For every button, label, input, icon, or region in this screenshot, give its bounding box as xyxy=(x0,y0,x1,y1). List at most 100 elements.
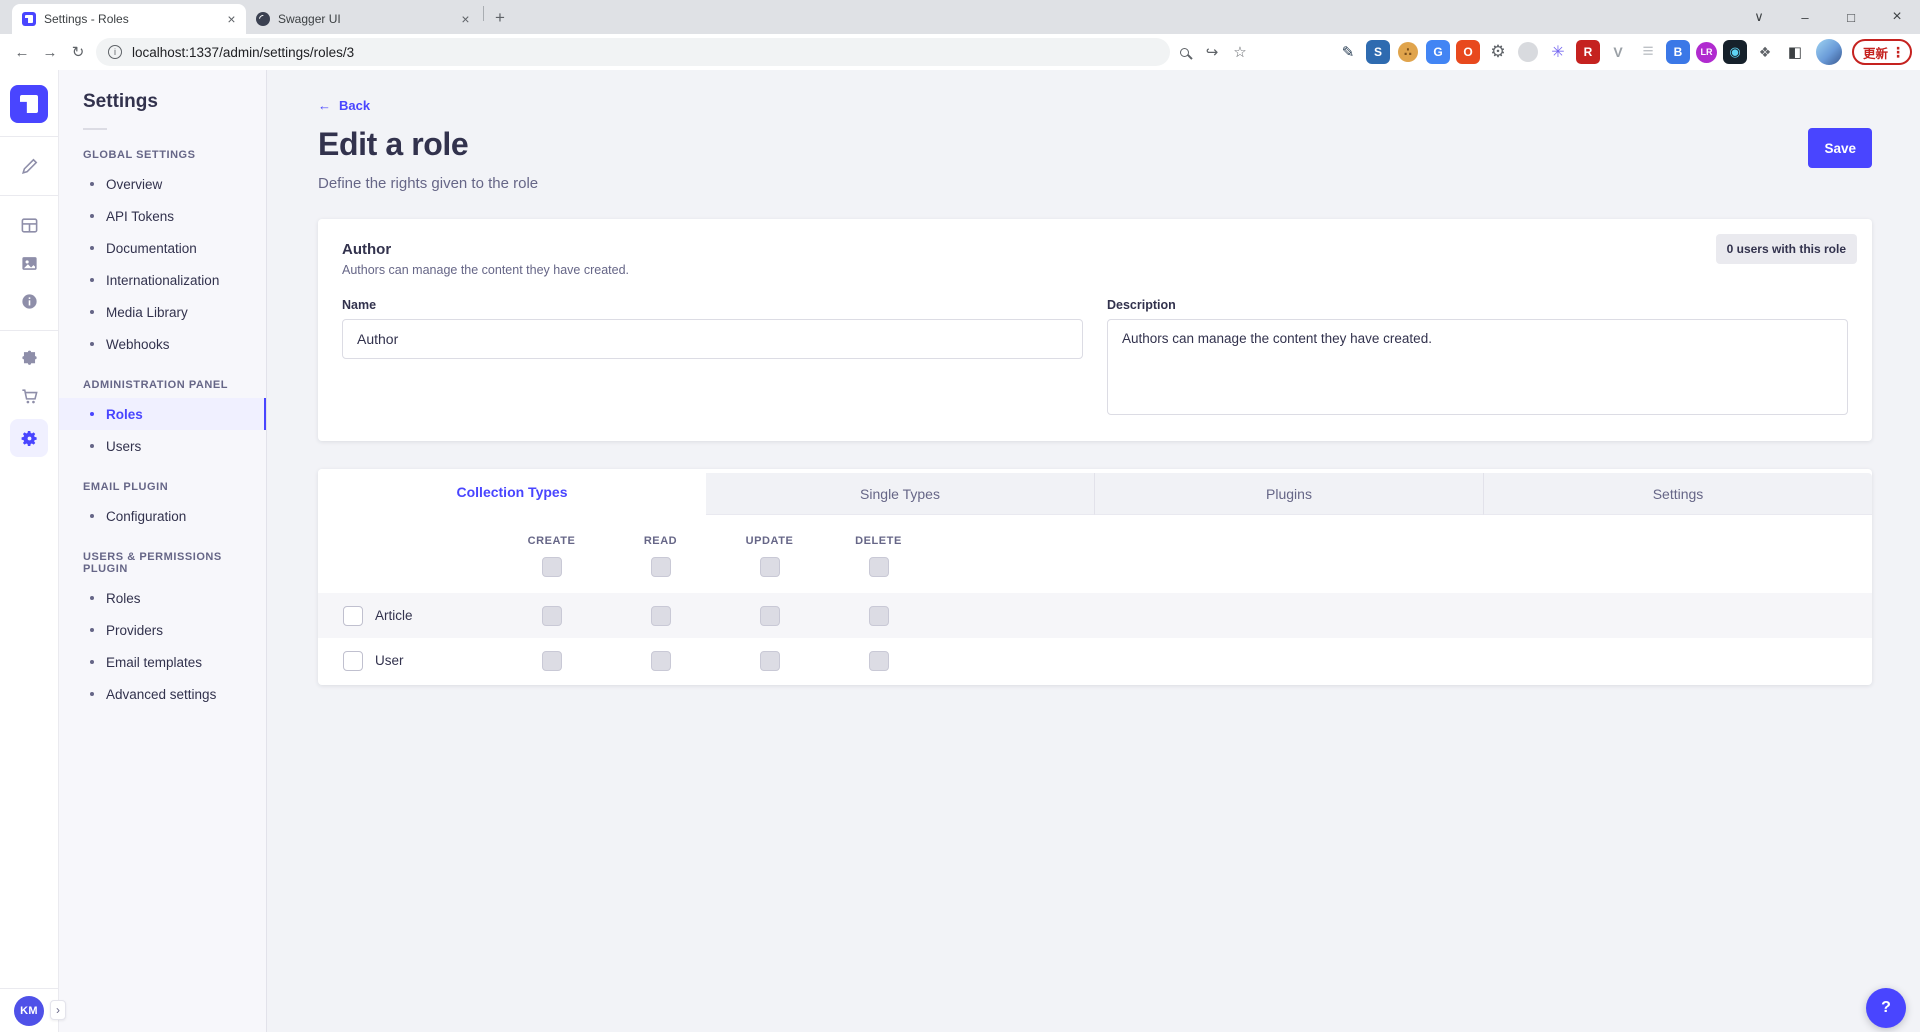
lr-extension-icon[interactable]: LR xyxy=(1696,42,1717,63)
extensions-row: ✎ S ∴ G O ⚙ ✳ R V ≡ B LR ◉ ❖ ◧ xyxy=(1333,40,1810,64)
close-tab-icon[interactable]: × xyxy=(457,11,474,28)
restore-icon[interactable]: □ xyxy=(1828,0,1874,34)
o-extension-icon[interactable]: O xyxy=(1456,40,1480,64)
zoom-icon[interactable] xyxy=(1170,38,1198,66)
sidebar-item-documentation[interactable]: Documentation xyxy=(59,232,266,264)
r-extension-icon[interactable]: R xyxy=(1576,40,1600,64)
vue-extension-icon[interactable]: V xyxy=(1606,40,1630,64)
sidebar-item-overview[interactable]: Overview xyxy=(59,168,266,200)
article-update-checkbox[interactable] xyxy=(760,606,780,626)
site-info-icon[interactable]: i xyxy=(108,45,122,59)
translate-extension-icon[interactable]: G xyxy=(1426,40,1450,64)
gear-extension-icon[interactable]: ⚙ xyxy=(1486,40,1510,64)
role-description-textarea[interactable]: Authors can manage the content they have… xyxy=(1107,319,1848,415)
bullet-icon xyxy=(90,692,94,696)
expand-nav-chevron-icon[interactable]: › xyxy=(50,1000,66,1020)
info-icon[interactable] xyxy=(10,282,48,320)
select-all-read-checkbox[interactable] xyxy=(651,557,671,577)
user-create-checkbox[interactable] xyxy=(542,651,562,671)
plugins-puzzle-icon[interactable] xyxy=(10,339,48,377)
article-create-checkbox[interactable] xyxy=(542,606,562,626)
tab-settings[interactable]: Settings xyxy=(1484,473,1872,515)
bullet-icon xyxy=(90,660,94,664)
disabled-extension-icon[interactable] xyxy=(1518,42,1538,62)
help-button[interactable]: ? xyxy=(1866,988,1906,1028)
sidebar-item-webhooks[interactable]: Webhooks xyxy=(59,328,266,360)
description-field-label: Description xyxy=(1107,298,1848,312)
column-update: UPDATE xyxy=(715,535,824,547)
settings-gear-icon[interactable] xyxy=(10,419,48,457)
article-row-checkbox[interactable] xyxy=(343,606,363,626)
user-update-checkbox[interactable] xyxy=(760,651,780,671)
select-all-delete-checkbox[interactable] xyxy=(869,557,889,577)
main-nav-rail: KM xyxy=(0,70,59,1032)
react-extension-icon[interactable]: ◉ xyxy=(1723,40,1747,64)
sidebar-item-up-providers[interactable]: Providers xyxy=(59,614,266,646)
tab-single-types[interactable]: Single Types xyxy=(706,473,1095,515)
sidebar-item-api-tokens[interactable]: API Tokens xyxy=(59,200,266,232)
article-read-checkbox[interactable] xyxy=(651,606,671,626)
swagger-favicon xyxy=(256,12,270,26)
url-bar[interactable]: i localhost:1337/admin/settings/roles/3 xyxy=(96,38,1170,66)
close-tab-icon[interactable]: × xyxy=(223,11,240,28)
section-global-settings: GLOBAL SETTINGS xyxy=(59,130,266,168)
close-icon[interactable]: × xyxy=(1874,0,1920,34)
tab-plugins[interactable]: Plugins xyxy=(1095,473,1484,515)
tab-divider xyxy=(483,6,484,21)
main-content: ← Back Edit a role Save Define the right… xyxy=(267,70,1920,1032)
tag-extension-icon[interactable]: B xyxy=(1666,40,1690,64)
profile-avatar[interactable] xyxy=(1816,39,1842,65)
sidebar-item-admin-roles[interactable]: Roles xyxy=(59,398,266,430)
share-icon[interactable]: ↪ xyxy=(1198,38,1226,66)
sidebar-item-email-configuration[interactable]: Configuration xyxy=(59,500,266,532)
sidebar-item-admin-users[interactable]: Users xyxy=(59,430,266,462)
user-row-checkbox[interactable] xyxy=(343,651,363,671)
role-name-heading: Author xyxy=(342,241,1848,258)
select-all-update-checkbox[interactable] xyxy=(760,557,780,577)
user-avatar[interactable]: KM xyxy=(14,996,44,1026)
minimize-icon[interactable]: – xyxy=(1782,0,1828,34)
browser-titlebar: Settings - Roles × Swagger UI × + ∨ – □ … xyxy=(0,0,1920,34)
sidebar-item-up-email-templates[interactable]: Email templates xyxy=(59,646,266,678)
sidebar-item-internationalization[interactable]: Internationalization xyxy=(59,264,266,296)
role-name-input[interactable] xyxy=(342,319,1083,359)
contrast-extension-icon[interactable]: ◧ xyxy=(1783,40,1807,64)
tab-search-icon[interactable]: ∨ xyxy=(1736,0,1782,34)
chrome-update-menu-button[interactable]: 更新 ⋮ xyxy=(1852,39,1912,65)
forward-icon[interactable]: → xyxy=(36,38,64,66)
media-library-icon[interactable] xyxy=(10,244,48,282)
asterisk-extension-icon[interactable]: ✳ xyxy=(1546,40,1570,64)
select-all-create-checkbox[interactable] xyxy=(542,557,562,577)
browser-tab-settings-roles[interactable]: Settings - Roles × xyxy=(12,4,246,34)
sidebar-item-media-library[interactable]: Media Library xyxy=(59,296,266,328)
back-link[interactable]: ← Back xyxy=(318,98,370,113)
section-administration-panel: ADMINISTRATION PANEL xyxy=(59,360,266,398)
new-tab-button[interactable]: + xyxy=(487,5,513,31)
menu-dots-icon: ⋮ xyxy=(1891,44,1905,61)
tab-collection-types[interactable]: Collection Types xyxy=(318,469,706,515)
save-button[interactable]: Save xyxy=(1808,128,1872,168)
cookie-extension-icon[interactable]: ∴ xyxy=(1398,42,1418,62)
article-delete-checkbox[interactable] xyxy=(869,606,889,626)
pen-extension-icon[interactable]: ✎ xyxy=(1336,40,1360,64)
puzzle-extension-icon[interactable]: ❖ xyxy=(1753,40,1777,64)
back-arrow-icon: ← xyxy=(318,98,331,113)
sidebar-item-up-advanced-settings[interactable]: Advanced settings xyxy=(59,678,266,710)
s-extension-icon[interactable]: S xyxy=(1366,40,1390,64)
bullet-icon xyxy=(90,310,94,314)
back-icon[interactable]: ← xyxy=(8,38,36,66)
permissions-column-headers: CREATE READ UPDATE DELETE xyxy=(318,515,1872,547)
sidebar-item-up-roles[interactable]: Roles xyxy=(59,582,266,614)
strapi-logo[interactable] xyxy=(10,85,48,123)
bookmark-star-icon[interactable]: ☆ xyxy=(1226,38,1254,66)
bullet-icon xyxy=(90,412,94,416)
divider xyxy=(0,136,58,137)
user-read-checkbox[interactable] xyxy=(651,651,671,671)
content-manager-icon[interactable] xyxy=(10,147,48,185)
user-delete-checkbox[interactable] xyxy=(869,651,889,671)
content-type-builder-icon[interactable] xyxy=(10,206,48,244)
reload-icon[interactable]: ↻ xyxy=(64,38,92,66)
marketplace-cart-icon[interactable] xyxy=(10,377,48,415)
browser-tab-swagger[interactable]: Swagger UI × xyxy=(246,4,480,34)
lines-extension-icon[interactable]: ≡ xyxy=(1636,40,1660,64)
